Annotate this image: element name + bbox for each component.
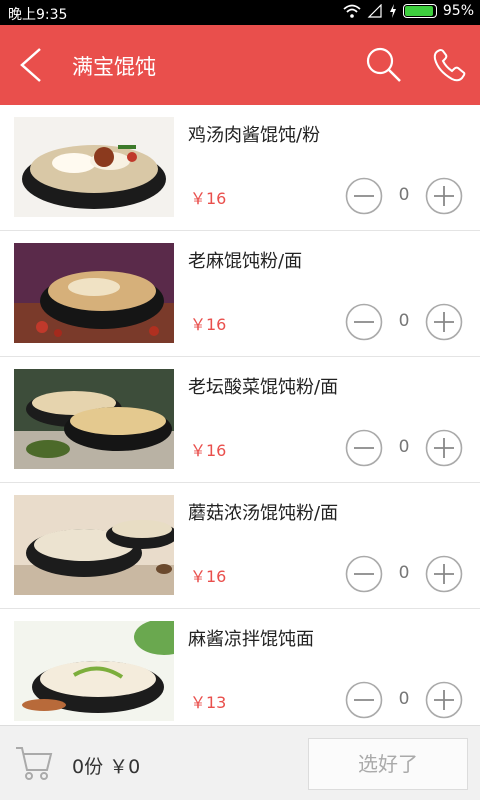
decrease-button[interactable]: [345, 177, 383, 215]
list-item[interactable]: 鸡汤肉酱馄饨/粉 ￥16 0: [0, 105, 480, 231]
search-button[interactable]: [362, 45, 406, 85]
status-bar: 晚上9:35 95%: [0, 0, 480, 25]
list-item[interactable]: 老坛酸菜馄饨粉/面 ￥16 0: [0, 357, 480, 483]
dish-image: [14, 117, 174, 217]
list-item[interactable]: 老麻馄饨粉/面 ￥16 0: [0, 231, 480, 357]
plus-icon: [425, 555, 463, 593]
confirm-button[interactable]: 选好了: [308, 738, 468, 790]
dish-name: 鸡汤肉酱馄饨/粉: [188, 125, 321, 146]
call-button[interactable]: [428, 45, 472, 85]
cart-bar: 0份 ￥0 选好了: [0, 725, 480, 800]
cart-button[interactable]: [14, 744, 54, 782]
decrease-button[interactable]: [345, 303, 383, 341]
dish-price: ￥13: [190, 693, 227, 712]
list-item[interactable]: 蘑菇浓汤馄饨粉/面 ￥16 0: [0, 483, 480, 609]
page-title: 满宝馄饨: [72, 55, 156, 79]
status-time: 晚上9:35: [8, 7, 68, 23]
quantity-value: 0: [398, 311, 410, 331]
quantity-value: 0: [398, 185, 410, 205]
signal-icon: [367, 4, 382, 18]
dish-price: ￥16: [190, 567, 227, 586]
dish-price: ￥16: [190, 441, 227, 460]
list-item[interactable]: 麻酱凉拌馄饨面 ￥13 0: [0, 609, 480, 725]
increase-button[interactable]: [425, 303, 463, 341]
battery-percent: 95%: [442, 3, 474, 19]
quantity-value: 0: [398, 689, 410, 709]
decrease-button[interactable]: [345, 429, 383, 467]
status-icons: 95%: [343, 3, 474, 19]
dish-image: [14, 495, 174, 595]
cart-summary: 0份 ￥0: [72, 756, 141, 778]
dish-price: ￥16: [190, 189, 227, 208]
plus-icon: [425, 303, 463, 341]
dish-name: 老麻馄饨粉/面: [188, 251, 303, 272]
increase-button[interactable]: [425, 429, 463, 467]
battery-icon: [402, 4, 437, 18]
minus-icon: [345, 177, 383, 215]
minus-icon: [345, 429, 383, 467]
quantity-value: 0: [398, 437, 410, 457]
back-arrow-icon: [20, 48, 41, 82]
cart-icon: [16, 747, 53, 780]
dish-price: ￥16: [190, 315, 227, 334]
charging-icon: [389, 4, 396, 18]
minus-icon: [345, 681, 383, 719]
phone-icon: [433, 49, 466, 82]
minus-icon: [345, 303, 383, 341]
dish-name: 老坛酸菜馄饨粉/面: [188, 377, 339, 398]
dish-image: [14, 369, 174, 469]
dish-name: 麻酱凉拌馄饨面: [188, 629, 314, 650]
search-icon: [366, 47, 401, 82]
dish-name: 蘑菇浓汤馄饨粉/面: [188, 503, 339, 524]
decrease-button[interactable]: [345, 681, 383, 719]
increase-button[interactable]: [425, 555, 463, 593]
menu-list[interactable]: 鸡汤肉酱馄饨/粉 ￥16 0 老麻馄饨粉/面 ￥16 0 老坛酸菜馄饨粉/面 ￥…: [0, 105, 480, 725]
dish-image: [14, 243, 174, 343]
minus-icon: [345, 555, 383, 593]
wifi-icon: [343, 4, 361, 18]
decrease-button[interactable]: [345, 555, 383, 593]
plus-icon: [425, 681, 463, 719]
plus-icon: [425, 177, 463, 215]
increase-button[interactable]: [425, 681, 463, 719]
back-button[interactable]: [14, 45, 50, 85]
quantity-value: 0: [398, 563, 410, 583]
dish-image: [14, 621, 174, 721]
increase-button[interactable]: [425, 177, 463, 215]
plus-icon: [425, 429, 463, 467]
app-header: 满宝馄饨: [0, 25, 480, 105]
